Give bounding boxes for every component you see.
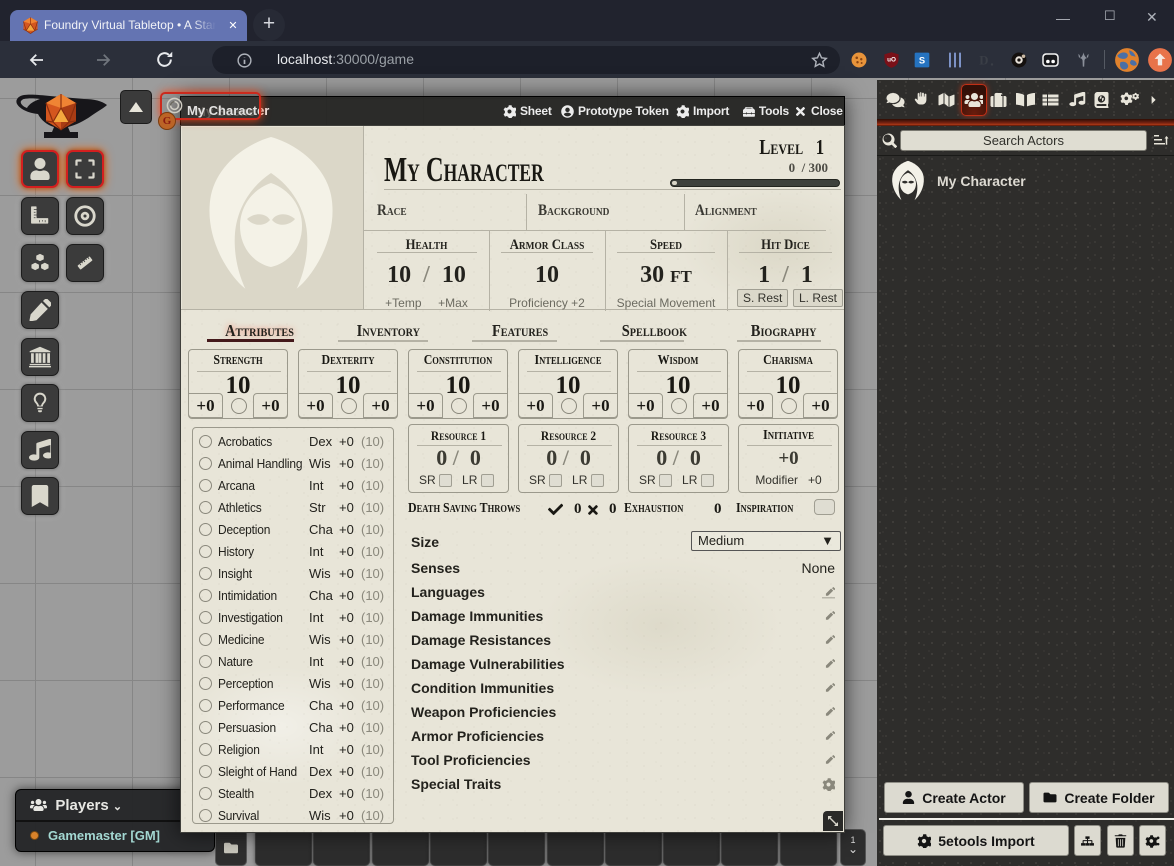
svg-text:uO: uO	[887, 56, 896, 63]
svg-text:D: D	[979, 54, 988, 68]
svg-text:S: S	[919, 55, 925, 65]
